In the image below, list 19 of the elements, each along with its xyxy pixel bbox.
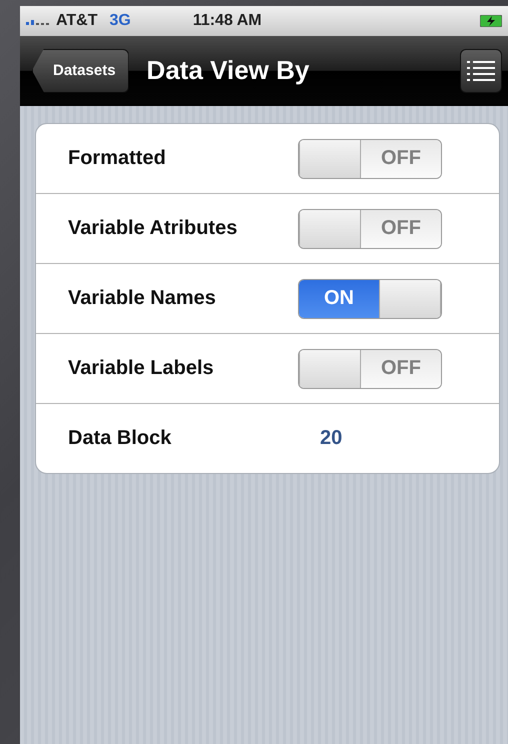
setting-label: Formatted [68,147,167,170]
clock-label: 11:48 AM [192,12,262,30]
setting-label: Variable Atributes [68,217,238,240]
setting-label: Variable Names [68,287,217,310]
network-label: 3G [109,12,131,30]
battery-charging-icon [480,15,502,27]
setting-label: Variable Labels [68,357,215,380]
toggle-switch[interactable]: ON [298,278,442,318]
toggle-switch[interactable]: OFF [298,208,442,248]
screen-title: Data View By [146,55,310,86]
carrier-label: AT&T [56,12,98,30]
signal-icon [26,17,50,25]
setting-value: 20 [320,427,342,450]
toggle-switch[interactable]: OFF [298,348,442,388]
toggle-switch[interactable]: OFF [298,138,442,178]
setting-label: Data Block [68,427,172,450]
menu-icon [467,60,495,80]
back-button[interactable]: Datasets [32,48,129,92]
menu-button[interactable] [460,48,502,92]
